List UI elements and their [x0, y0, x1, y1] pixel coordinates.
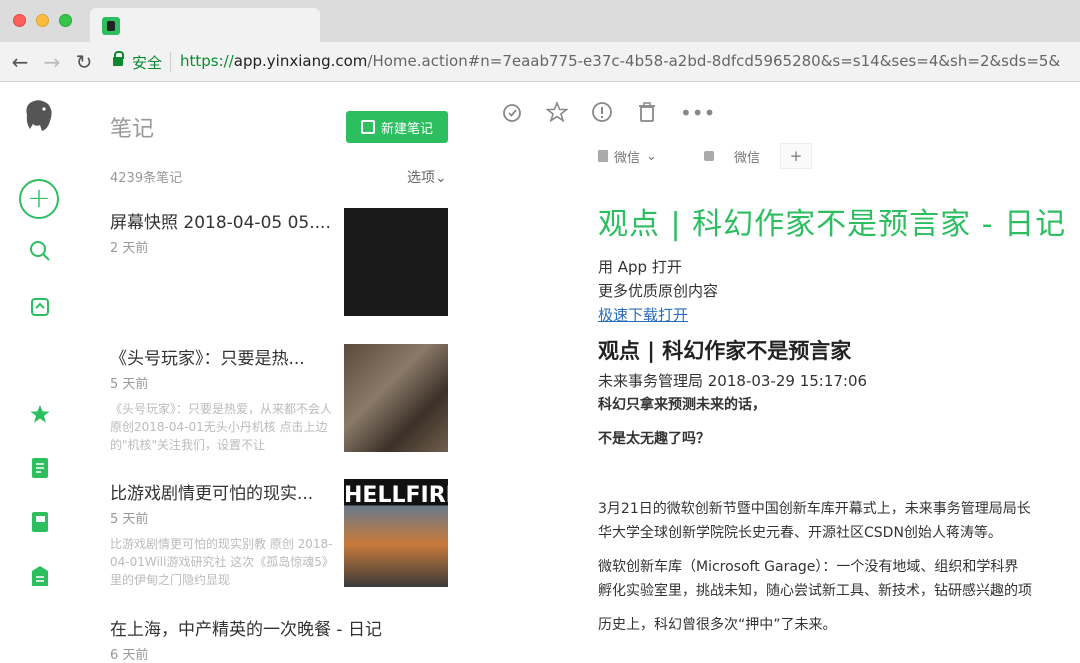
notebook-selector[interactable]: 微信 ⌄	[598, 145, 657, 167]
tag-icon	[704, 151, 714, 161]
note-body[interactable]: 用 App 打开 更多优质原创内容 极速下载打开 观点 | 科幻作家不是预言家 …	[598, 255, 1080, 637]
notebooks-icon[interactable]	[20, 502, 60, 542]
open-app-text: 用 App 打开	[598, 258, 682, 276]
notes-icon[interactable]	[20, 448, 60, 488]
note-thumbnail	[344, 208, 448, 316]
paragraph-3: 历史上，科幻曾很多次“押中”了未来。	[598, 617, 837, 633]
url-field[interactable]: https://app.yinxiang.com/Home.action#n=7…	[180, 52, 1060, 70]
paragraph-2b: 孵化实验室里，挑战未知，随心尝试新工具、新技术，钻研感兴趣的项	[598, 583, 1032, 599]
pen-icon	[360, 120, 375, 134]
trash-icon[interactable]	[635, 101, 659, 125]
paragraph-2a: 微软创新车库（Microsoft Garage）：一个没有地域、组织和学科界	[598, 559, 1019, 575]
note-title: 《头号玩家》：只要是热...	[110, 349, 305, 369]
back-arrow-icon[interactable]: ←	[8, 50, 32, 74]
shortcuts-star-icon[interactable]	[20, 394, 60, 434]
notebook-icon	[598, 150, 608, 162]
bold-line-1: 科幻只拿来预测未来的话，	[598, 397, 766, 413]
bold-line-2: 不是太无趣了吗？	[598, 431, 710, 447]
options-dropdown[interactable]: 选项⌄	[407, 167, 447, 187]
note-list-panel: 笔记 新建笔记 4239条笔记 选项⌄ 屏幕快照 2018-04-05 05..…	[80, 83, 470, 663]
note-thumbnail: HELLFIRE	[344, 479, 461, 587]
note-title: 在上海，中产精英的一次晚餐 - 日记	[110, 620, 382, 640]
info-icon[interactable]	[590, 101, 614, 125]
tag-label: 微信	[734, 150, 761, 166]
address-bar: ← → ↻ 安全 https://app.yinxiang.com/Home.a…	[0, 42, 1080, 82]
elephant-logo-icon[interactable]	[24, 99, 54, 133]
reload-icon[interactable]: ↻	[72, 50, 96, 74]
article-meta: 未来事务管理局 2018-03-29 15:17:06	[598, 372, 868, 390]
note-snippet: 比游戏剧情更可怕的现实别教 原创 2018-04-01Will游戏研究社 这次《…	[110, 537, 334, 587]
note-title-heading[interactable]: 观点 | 科幻作家不是预言家 - 日记	[598, 199, 1066, 243]
address-separator	[170, 52, 171, 72]
download-link[interactable]: 极速下载打开	[598, 306, 688, 324]
list-item[interactable]: 《头号玩家》：只要是热... 5 天前 《头号玩家》：只要是热爱，从来都不会人 …	[110, 344, 452, 454]
new-note-plus-icon[interactable]: +	[19, 179, 59, 219]
note-date: 6 天前	[110, 648, 149, 663]
tag-chip[interactable]: 微信	[704, 145, 760, 167]
note-count: 4239条笔记	[110, 171, 183, 186]
forward-arrow-icon[interactable]: →	[40, 50, 64, 74]
list-item[interactable]: 在上海，中产精英的一次晚餐 - 日记 6 天前	[110, 615, 452, 663]
search-icon[interactable]	[20, 231, 60, 271]
paragraph-1a: 3月21日的微软创新节暨中国创新车库开幕式上，未来事务管理局局长	[598, 501, 1031, 517]
lock-icon	[113, 51, 124, 66]
work-chat-icon[interactable]	[20, 556, 60, 596]
note-snippet: 《头号玩家》：只要是热爱，从来都不会人 原创2018-04-01无头小丹机核 点…	[110, 402, 333, 452]
list-item[interactable]: 屏幕快照 2018-04-05 05.... 2 天前	[110, 208, 452, 316]
list-item[interactable]: 比游戏剧情更可怕的现实... 5 天前 比游戏剧情更可怕的现实别教 原创 201…	[110, 479, 461, 589]
paragraph-1b: 华大学全球创新学院院长史元春、开源社区CSDN创始人蒋涛等。	[598, 525, 1002, 541]
note-thumbnail	[344, 344, 448, 452]
secure-label: 安全	[132, 54, 163, 72]
more-content-text: 更多优质原创内容	[598, 282, 719, 300]
note-list-title: 笔记	[110, 117, 155, 142]
more-options-icon[interactable]: •••	[680, 101, 715, 125]
zoom-window-button[interactable]	[59, 14, 72, 27]
notebook-name: 微信	[614, 150, 641, 166]
share-icon[interactable]	[20, 287, 60, 327]
note-title: 屏幕快照 2018-04-05 05....	[110, 213, 331, 233]
evernote-favicon-icon	[102, 17, 120, 35]
star-icon[interactable]	[545, 100, 569, 125]
chevron-down-icon: ⌄	[646, 148, 657, 164]
new-note-label: 新建笔记	[380, 121, 433, 137]
reminder-alarm-icon[interactable]	[500, 101, 524, 125]
window-titlebar	[0, 0, 1080, 42]
add-tag-button[interactable]: +	[780, 143, 812, 169]
new-note-button[interactable]: 新建笔记	[346, 111, 448, 143]
note-title: 比游戏剧情更可怕的现实...	[110, 484, 314, 504]
app-sidebar: +	[0, 83, 80, 659]
close-window-button[interactable]	[13, 14, 26, 27]
note-editor: ••• 微信 ⌄ 微信 + 观点 | 科幻作家不是预言家 - 日记 用 App …	[470, 83, 1080, 659]
browser-tab[interactable]	[90, 8, 320, 42]
article-heading: 观点 | 科幻作家不是预言家	[598, 339, 852, 363]
minimize-window-button[interactable]	[36, 14, 49, 27]
